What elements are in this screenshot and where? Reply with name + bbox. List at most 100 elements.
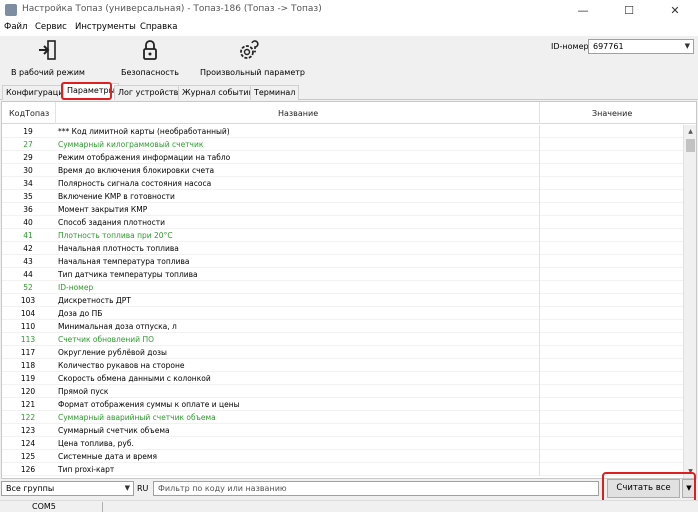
row-value[interactable] xyxy=(539,125,683,138)
column-header-code[interactable]: КодТопаз xyxy=(9,109,49,118)
table-row[interactable]: 125 Системные дата и время xyxy=(2,450,683,463)
row-code: 119 xyxy=(20,374,36,383)
table-row[interactable]: 40 Способ задания плотности xyxy=(2,216,683,229)
row-value[interactable] xyxy=(539,346,683,359)
language-label: RU xyxy=(137,484,149,493)
minimize-button[interactable]: — xyxy=(560,0,606,20)
tab-terminal[interactable]: Терминал xyxy=(250,85,300,100)
vertical-scrollbar[interactable]: ▲ ▼ xyxy=(683,125,696,478)
table-row[interactable]: 30 Время до включения блокировки счета xyxy=(2,164,683,177)
table-body: 19 *** Код лимитной карты (необработанный… xyxy=(2,125,683,476)
menu-file[interactable]: Файл xyxy=(4,22,27,32)
row-value[interactable] xyxy=(539,437,683,450)
work-mode-button[interactable]: В рабочий режим xyxy=(2,36,94,80)
row-value[interactable] xyxy=(539,411,683,424)
row-value[interactable] xyxy=(539,398,683,411)
row-value[interactable] xyxy=(539,294,683,307)
column-header-value[interactable]: Значение xyxy=(592,109,632,118)
row-value[interactable] xyxy=(539,281,683,294)
row-code: 125 xyxy=(20,452,36,461)
table-row[interactable]: 113 Счетчик обновлений ПО xyxy=(2,333,683,346)
row-value[interactable] xyxy=(539,151,683,164)
lock-icon xyxy=(143,40,157,60)
window-title: Настройка Топаз (универсальная) - Топаз-… xyxy=(22,4,322,14)
table-row[interactable]: 122 Суммарный аварийный счетчик объема xyxy=(2,411,683,424)
maximize-button[interactable]: ☐ xyxy=(606,0,652,20)
table-row[interactable]: 104 Доза до ПБ xyxy=(2,307,683,320)
row-value[interactable] xyxy=(539,255,683,268)
row-value[interactable] xyxy=(539,177,683,190)
row-name: Системные дата и время xyxy=(58,452,158,461)
row-value[interactable] xyxy=(539,138,683,151)
row-value[interactable] xyxy=(539,424,683,437)
table-row[interactable]: 19 *** Код лимитной карты (необработанный… xyxy=(2,125,683,138)
row-name: Включение КМР в готовности xyxy=(58,192,175,201)
security-button[interactable]: Безопасность xyxy=(104,36,196,80)
table-row[interactable]: 121 Формат отображения суммы к оплате и ц… xyxy=(2,398,683,411)
row-name: ID-номер xyxy=(58,283,94,292)
row-name: Суммарный аварийный счетчик объема xyxy=(58,413,216,422)
table-row[interactable]: 110 Минимальная доза отпуска, л xyxy=(2,320,683,333)
table-row[interactable]: 29 Режим отображения информации на табло xyxy=(2,151,683,164)
row-value[interactable] xyxy=(539,203,683,216)
row-value[interactable] xyxy=(539,268,683,281)
tab-event-journal[interactable]: Журнал событий xyxy=(178,85,258,100)
table-row[interactable]: 119 Скорость обмена данными с колонкой xyxy=(2,372,683,385)
row-code: 121 xyxy=(20,400,36,409)
arbitrary-param-button[interactable]: Произвольный параметр xyxy=(200,36,305,80)
table-row[interactable]: 36 Момент закрытия КМР xyxy=(2,203,683,216)
column-divider xyxy=(539,102,540,124)
table-row[interactable]: 124 Цена топлива, руб. xyxy=(2,437,683,450)
group-select[interactable]: Все группы ▼ xyxy=(1,481,134,496)
row-value[interactable] xyxy=(539,372,683,385)
table-row[interactable]: 34 Полярность сигнала состояния насоса xyxy=(2,177,683,190)
column-header-name[interactable]: Название xyxy=(278,109,318,118)
table-row[interactable]: 44 Тип датчика температуры топлива xyxy=(2,268,683,281)
table-row[interactable]: 42 Начальная плотность топлива xyxy=(2,242,683,255)
row-name: Минимальная доза отпуска, л xyxy=(58,322,177,331)
tab-device-log[interactable]: Лог устройства xyxy=(114,85,188,100)
table-row[interactable]: 35 Включение КМР в готовности xyxy=(2,190,683,203)
row-value[interactable] xyxy=(539,450,683,463)
menu-tools[interactable]: Инструменты xyxy=(75,22,136,32)
table-row[interactable]: 43 Начальная температура топлива xyxy=(2,255,683,268)
scroll-up-icon[interactable]: ▲ xyxy=(684,125,696,138)
table-row[interactable]: 52 ID-номер xyxy=(2,281,683,294)
table-row[interactable]: 118 Количество рукавов на стороне xyxy=(2,359,683,372)
menu-service[interactable]: Сервис xyxy=(35,22,67,32)
menu-help[interactable]: Справка xyxy=(140,22,177,32)
id-number-select[interactable]: 697761 ▼ xyxy=(588,39,694,54)
table-row[interactable]: 120 Прямой пуск xyxy=(2,385,683,398)
table-row[interactable]: 123 Суммарный счетчик объема xyxy=(2,424,683,437)
table-row[interactable]: 117 Округление рублёвой дозы xyxy=(2,346,683,359)
row-code: 104 xyxy=(20,309,36,318)
row-code: 113 xyxy=(20,335,36,344)
close-button[interactable]: ✕ xyxy=(652,0,698,20)
row-value[interactable] xyxy=(539,190,683,203)
row-name: Начальная плотность топлива xyxy=(58,244,179,253)
row-value[interactable] xyxy=(539,333,683,346)
gear-question-icon xyxy=(240,40,259,59)
filter-input[interactable]: Фильтр по коду или названию xyxy=(153,481,599,496)
row-code: 118 xyxy=(20,361,36,370)
table-row[interactable]: 126 Тип proxi-карт xyxy=(2,463,683,476)
row-code: 40 xyxy=(23,218,33,227)
table-row[interactable]: 27 Суммарный килограммовый счетчик xyxy=(2,138,683,151)
row-name: Способ задания плотности xyxy=(58,218,166,227)
row-code: 124 xyxy=(20,439,36,448)
row-code: 41 xyxy=(23,231,33,240)
table-row[interactable]: 103 Дискретность ДРТ xyxy=(2,294,683,307)
row-value[interactable] xyxy=(539,385,683,398)
row-value[interactable] xyxy=(539,164,683,177)
menu-bar: Файл Сервис Инструменты Справка xyxy=(0,20,698,36)
row-value[interactable] xyxy=(539,307,683,320)
row-value[interactable] xyxy=(539,216,683,229)
table-row[interactable]: 41 Плотность топлива при 20°C xyxy=(2,229,683,242)
scroll-thumb[interactable] xyxy=(686,139,695,152)
row-value[interactable] xyxy=(539,229,683,242)
row-value[interactable] xyxy=(539,242,683,255)
row-value[interactable] xyxy=(539,320,683,333)
row-code: 35 xyxy=(23,192,33,201)
security-label: Безопасность xyxy=(121,68,179,77)
row-value[interactable] xyxy=(539,359,683,372)
